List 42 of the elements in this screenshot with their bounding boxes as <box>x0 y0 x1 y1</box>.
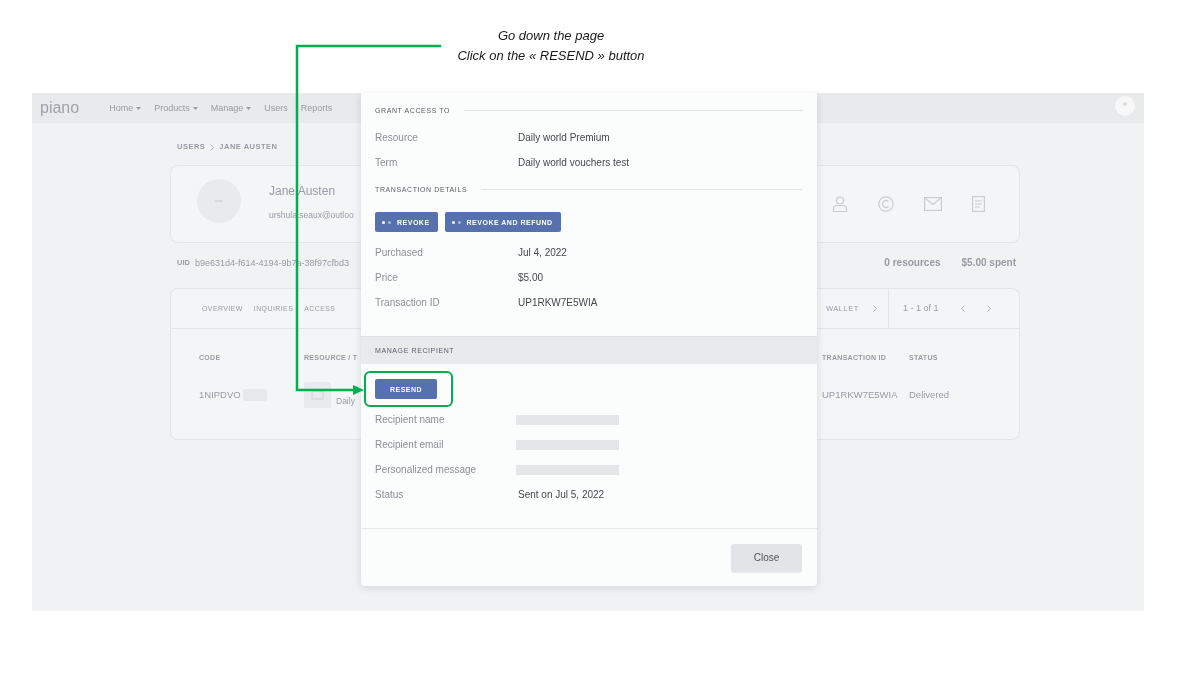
table-cell: Delivered <box>909 390 950 400</box>
field-label: Personalized message <box>375 464 478 475</box>
stat-text: 0 resources <box>884 258 941 268</box>
field-label: Resource <box>375 132 419 143</box>
close-button[interactable]: Close <box>731 544 802 572</box>
instruction-text: Click on the « RESEND » button <box>457 47 645 65</box>
stat-text: $5.00 spent <box>961 258 1016 268</box>
nav-item[interactable]: Products <box>154 103 198 113</box>
instruction-text: Go down the page <box>497 27 605 45</box>
chevron-right-icon <box>210 143 215 151</box>
field-value: Jul 4, 2022 <box>518 247 567 258</box>
image-icon <box>304 382 331 408</box>
field-value: $5.00 <box>518 272 544 283</box>
field-label: Term <box>375 157 399 168</box>
chevron-right-icon[interactable] <box>986 305 991 312</box>
chevron-left-icon[interactable] <box>960 305 965 312</box>
field-label: Price <box>375 272 399 283</box>
nav-item[interactable]: Manage <box>210 103 252 113</box>
table-cell: Daily <box>336 396 355 406</box>
field-value: Daily world vouchers test <box>518 157 630 168</box>
field-label: Recipient email <box>375 439 445 450</box>
pagination-text: 1 - 1 of 1 <box>903 304 939 313</box>
envelope-icon <box>924 197 942 211</box>
field-label: Transaction ID <box>375 297 441 308</box>
logo: piano <box>40 100 80 116</box>
nav-item[interactable]: Home <box>109 103 142 113</box>
field-value: Daily world Premium <box>518 132 610 143</box>
table-cell: 1NIPDVO <box>199 390 241 400</box>
circle-icon <box>878 196 894 212</box>
field-value: Sent on Jul 5, 2022 <box>518 489 605 500</box>
person-icon <box>832 196 848 212</box>
nav-item[interactable]: Reports <box>300 103 333 113</box>
document-icon <box>972 196 985 212</box>
chevron-right-icon[interactable] <box>872 305 877 312</box>
avatar-icon[interactable] <box>1115 95 1135 116</box>
field-value: UP1RKW7E5WIA <box>518 297 598 308</box>
table-cell-text: UP1RKW7E5WIA <box>822 390 899 400</box>
field-label: Purchased <box>375 247 424 258</box>
field-label: Recipient name <box>375 414 446 425</box>
avatar-icon <box>197 179 241 223</box>
field-label: Status <box>375 489 405 500</box>
nav-item[interactable]: Users <box>264 103 288 113</box>
